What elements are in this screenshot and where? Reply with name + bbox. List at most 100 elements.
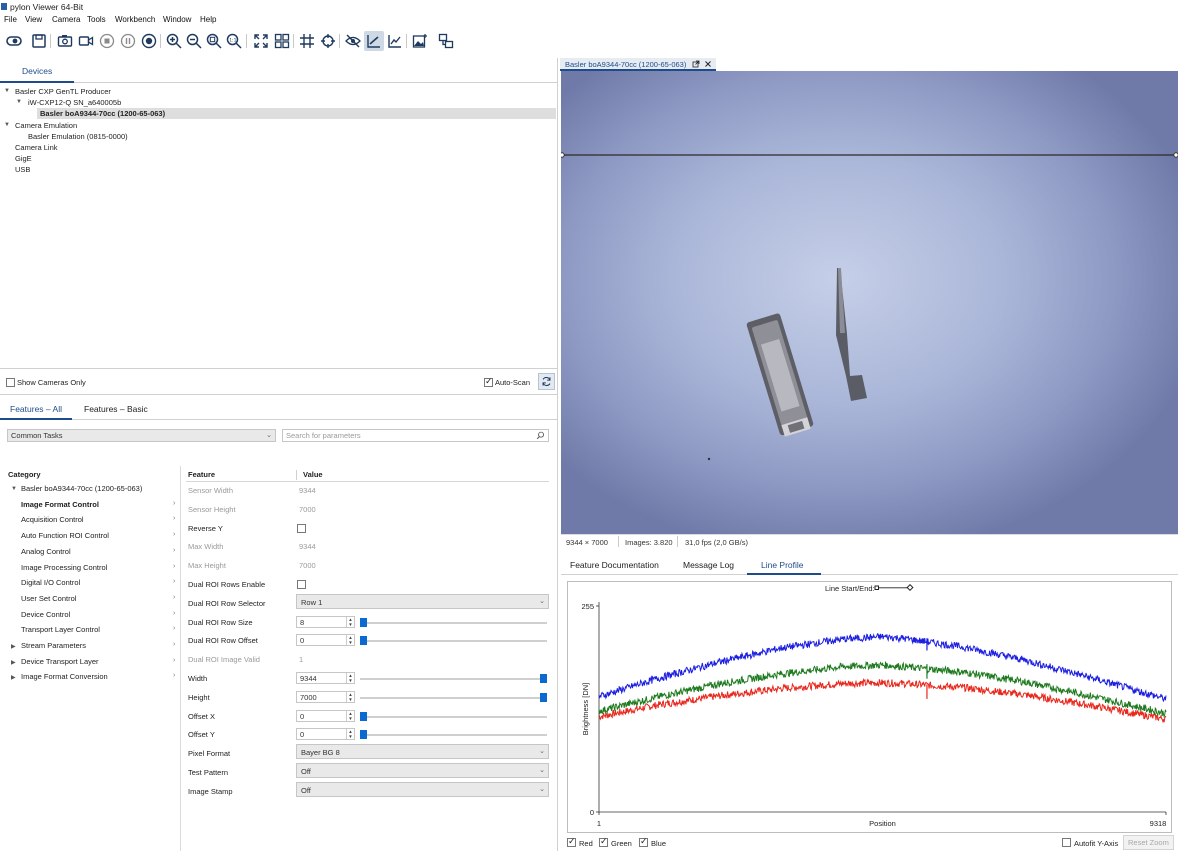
category-item[interactable]: User Set Control [21,594,76,603]
line-profile-chart[interactable]: Line Start/End: 255 0 1 Position 9318 Brightne… [567,581,1172,833]
refresh-button[interactable] [538,373,555,390]
collapse-chevron-icon[interactable]: ▶ [11,659,16,666]
expand-chevron-icon[interactable]: ▼ [4,88,10,94]
feature-slider-thumb[interactable] [540,674,547,683]
feature-checkbox[interactable] [297,580,306,589]
show-cameras-only-checkbox[interactable] [6,378,15,387]
grid-icon[interactable] [297,31,317,51]
snapshot-icon[interactable] [55,31,75,51]
zoom-fit-icon[interactable] [204,31,224,51]
save-icon[interactable] [29,31,49,51]
red-channel-checkbox[interactable] [567,836,576,847]
feature-spinbox[interactable]: 7000 ▲ ▼ [296,690,355,703]
viewer-doc-tab[interactable]: Basler boA9344-70cc (1200-65-063) [560,58,716,71]
line-start-handle[interactable] [561,152,565,158]
tab-features-all[interactable]: Features – All [10,404,62,414]
crosshair-icon[interactable] [318,31,338,51]
category-item[interactable]: Stream Parameters [21,641,86,650]
feature-spinbox[interactable]: 0 ▲ ▼ [296,709,355,722]
tree-item-usb[interactable]: USB [15,165,30,174]
parameter-search-input[interactable]: Search for parameters [282,429,549,442]
hide-icon[interactable] [343,31,363,51]
menu-help[interactable]: Help [200,15,216,24]
menu-file[interactable]: File [4,15,17,24]
feature-select[interactable]: Bayer BG 8 ⌄ [296,744,549,760]
tab-line-profile[interactable]: Line Profile [761,560,804,570]
camera-image-view[interactable] [561,71,1178,534]
menu-window[interactable]: Window [163,15,191,24]
category-item[interactable]: Image Format Control [21,500,99,509]
tree-item-camera-emulation[interactable]: Camera Emulation [15,121,77,130]
tree-item-frame-grabber[interactable]: iW-CXP12-Q SN_a640005b [28,98,121,107]
expand-chevron-icon[interactable]: ▼ [4,122,10,128]
stop-icon[interactable] [97,31,117,51]
blue-channel-checkbox[interactable] [639,836,648,847]
expand-chevron-icon[interactable]: ▼ [16,99,22,105]
feature-spinbox[interactable]: 0 ▲ ▼ [296,634,355,647]
category-item[interactable]: Acquisition Control [21,515,84,524]
category-item[interactable]: Image Processing Control [21,563,107,572]
green-channel-checkbox[interactable] [599,836,608,847]
spinner-arrows-icon[interactable]: ▲ ▼ [346,635,354,646]
tab-devices[interactable]: Devices [22,66,52,76]
feature-spinbox[interactable]: 0 ▲ ▼ [296,728,355,741]
feature-select[interactable]: Off ⌄ [296,781,549,797]
feature-slider-thumb[interactable] [360,711,367,721]
menu-camera[interactable]: Camera [52,15,80,24]
category-item[interactable]: Image Format Conversion [21,672,108,681]
feature-slider-track[interactable] [360,715,547,718]
autofit-y-axis-checkbox[interactable] [1062,838,1071,847]
feature-slider-track[interactable] [360,621,547,624]
tab-message-log[interactable]: Message Log [683,560,734,570]
menu-tools[interactable]: Tools [87,15,106,24]
category-item[interactable]: Digital I/O Control [21,578,80,587]
tab-features-basic[interactable]: Features – Basic [84,404,148,414]
tree-item-basler-emulation[interactable]: Basler Emulation (0815-0000) [28,132,128,141]
tab-feature-documentation[interactable]: Feature Documentation [570,560,659,570]
category-item[interactable]: Device Transport Layer [21,657,99,666]
feature-slider-thumb[interactable] [540,692,547,702]
pop-out-icon[interactable] [692,60,700,68]
spinner-arrows-icon[interactable]: ▲ ▼ [346,710,354,721]
histogram-icon[interactable] [385,31,405,51]
category-item[interactable]: Device Control [21,610,70,619]
feature-spinbox[interactable]: 8 ▲ ▼ [296,615,355,628]
expand-chevron-icon[interactable]: ▼ [11,486,17,492]
spinner-arrows-icon[interactable]: ▲ ▼ [346,729,354,740]
tree-item-camera-link[interactable]: Camera Link [15,143,58,152]
image-add-icon[interactable] [410,31,430,51]
category-item[interactable]: Analog Control [21,547,71,556]
zoom-100-icon[interactable]: 1:1 [224,31,244,51]
spinner-arrows-icon[interactable]: ▲ ▼ [346,673,354,683]
open-icon[interactable] [4,31,24,51]
menu-view[interactable]: View [25,15,42,24]
auto-scan-checkbox[interactable] [484,376,493,387]
feature-spinbox[interactable]: 9344 ▲ ▼ [296,672,355,684]
feature-slider-track[interactable] [360,696,547,699]
feature-slider-thumb[interactable] [360,730,367,740]
tree-item-cxp-producer[interactable]: Basler CXP GenTL Producer [15,87,111,96]
collapse-chevron-icon[interactable]: ▶ [11,643,16,650]
continuous-shot-icon[interactable] [139,31,159,51]
category-item[interactable]: Auto Function ROI Control [21,531,109,540]
zoom-in-icon[interactable] [164,31,184,51]
feature-checkbox[interactable] [297,523,306,533]
spinner-arrows-icon[interactable]: ▲ ▼ [346,691,354,702]
category-item[interactable]: Transport Layer Control [21,625,100,634]
line-profile-icon[interactable] [364,31,384,51]
layout-icon[interactable] [436,31,456,51]
collapse-chevron-icon[interactable]: ▶ [11,674,16,681]
close-icon[interactable] [704,60,712,68]
spinner-arrows-icon[interactable]: ▲ ▼ [346,616,354,627]
feature-slider-track[interactable] [360,678,547,680]
feature-select[interactable]: Off ⌄ [296,763,549,778]
common-tasks-select[interactable]: Common Tasks ⌄ [7,429,276,442]
feature-slider-thumb[interactable] [360,636,367,646]
category-splitter[interactable] [180,466,181,851]
feature-slider-track[interactable] [360,734,547,737]
menu-workbench[interactable]: Workbench [115,15,155,24]
tree-item-gige[interactable]: GigE [15,154,32,163]
tree-item-selected-camera[interactable]: Basler boA9344-70cc (1200-65-063) [37,108,556,119]
feature-slider-track[interactable] [360,640,547,643]
feature-slider-thumb[interactable] [360,617,367,627]
